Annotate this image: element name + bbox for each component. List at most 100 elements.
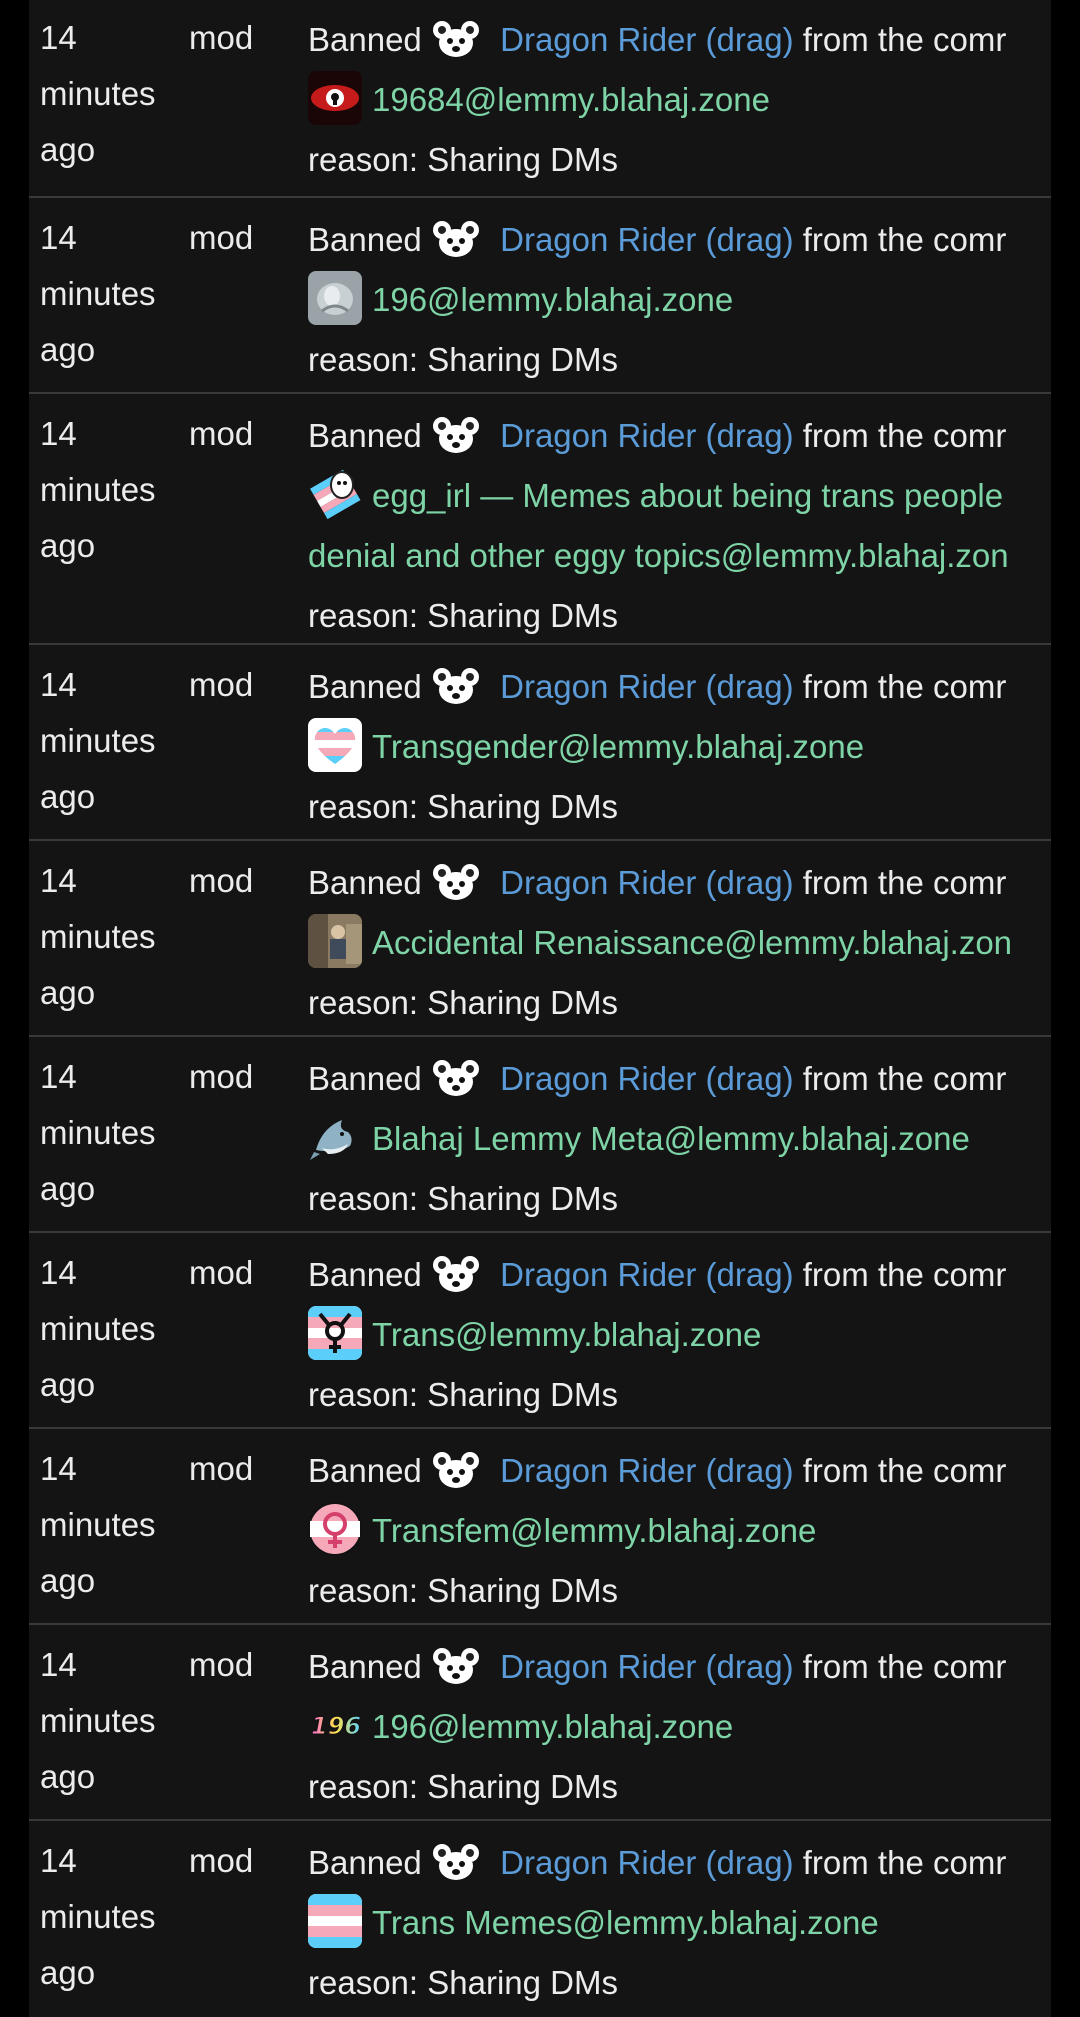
bear-avatar-icon[interactable] [431,1450,481,1490]
action-cell: Banned Dragon Rider (drag) from the comr… [308,1833,1051,2013]
action-cell: Banned Dragon Rider (drag) from the comr… [308,1049,1051,1229]
banned-user-link[interactable]: Dragon Rider (drag) [500,417,793,454]
ban-reason: reason: Sharing DMs [308,597,618,634]
banned-user-link[interactable]: Dragon Rider (drag) [500,21,793,58]
ban-reason: reason: Sharing DMs [308,1376,618,1413]
bear-avatar-icon[interactable] [431,415,481,455]
banned-user-link[interactable]: Dragon Rider (drag) [500,864,793,901]
moderator-label: mod [189,1058,254,1095]
red-eye-icon[interactable] [308,71,362,125]
banned-user-link[interactable]: Dragon Rider (drag) [500,1844,793,1881]
table-row: 14 minutes ago mod Banned Dragon Rider (… [29,1035,1051,1231]
banned-user-link[interactable]: Dragon Rider (drag) [500,1648,793,1685]
moderator-label: mod [189,1842,254,1879]
time-cell: 14 minutes ago [40,1646,156,1795]
action-suffix: from the comr [802,1648,1007,1685]
action-cell: Banned Dragon Rider (drag) from the comr… [308,210,1051,390]
action-prefix: Banned [308,417,422,454]
ban-reason: reason: Sharing DMs [308,341,618,378]
action-prefix: Banned [308,1452,422,1489]
action-prefix: Banned [308,221,422,258]
bear-avatar-icon[interactable] [431,19,481,59]
svg-text:196: 196 [311,1712,361,1740]
ban-reason: reason: Sharing DMs [308,984,618,1021]
action-cell: Banned Dragon Rider (drag) from the comr… [308,1637,1051,1817]
trans-heart-icon[interactable] [308,718,362,772]
bear-avatar-icon[interactable] [431,1254,481,1294]
moderator-label: mod [189,1450,254,1487]
venus-symbol-icon[interactable] [308,1502,362,1556]
photo-icon[interactable] [308,914,362,968]
moderator-label: mod [189,1646,254,1683]
bear-avatar-icon[interactable] [431,1646,481,1686]
time-cell: 14 minutes ago [40,1842,156,1991]
action-suffix: from the comr [802,221,1007,258]
bear-avatar-icon[interactable] [431,666,481,706]
bear-avatar-icon[interactable] [431,1058,481,1098]
community-link[interactable]: egg_irl — Memes about being trans people [372,477,1003,514]
action-prefix: Banned [308,21,422,58]
action-suffix: from the comr [802,1060,1007,1097]
time-cell: 14 minutes ago [40,1450,156,1599]
table-row: 14 minutes ago mod Banned Dragon Rider (… [29,1427,1051,1623]
ban-reason: reason: Sharing DMs [308,1964,618,2001]
action-prefix: Banned [308,864,422,901]
time-cell: 14 minutes ago [40,415,156,564]
time-cell: 14 minutes ago [40,666,156,815]
banned-user-link[interactable]: Dragon Rider (drag) [500,1060,793,1097]
egg-icon[interactable] [308,467,362,521]
time-cell: 14 minutes ago [40,862,156,1011]
community-link[interactable]: 196@lemmy.blahaj.zone [372,1708,733,1745]
community-link[interactable]: Transfem@lemmy.blahaj.zone [372,1512,816,1549]
action-cell: Banned Dragon Rider (drag) from the comr… [308,657,1051,837]
community-link[interactable]: Blahaj Lemmy Meta@lemmy.blahaj.zone [372,1120,970,1157]
banned-user-link[interactable]: Dragon Rider (drag) [500,668,793,705]
community-link[interactable]: Trans Memes@lemmy.blahaj.zone [372,1904,879,1941]
moderator-label: mod [189,219,254,256]
table-row: 14 minutes ago mod Banned Dragon Rider (… [29,1623,1051,1819]
moderator-label: mod [189,862,254,899]
community-link[interactable]: Transgender@lemmy.blahaj.zone [372,728,864,765]
ban-reason: reason: Sharing DMs [308,1572,618,1609]
action-prefix: Banned [308,1648,422,1685]
trans-symbol-icon[interactable] [308,1306,362,1360]
modlog-table: 14 minutes ago mod Banned Dragon Rider (… [29,0,1051,2017]
bear-avatar-icon[interactable] [431,1842,481,1882]
shark-icon[interactable] [308,1110,362,1164]
action-suffix: from the comr [802,1452,1007,1489]
banned-user-link[interactable]: Dragon Rider (drag) [500,221,793,258]
community-link[interactable]: Trans@lemmy.blahaj.zone [372,1316,761,1353]
trans-flag-icon[interactable] [308,1894,362,1948]
community-link-continued[interactable]: denial and other eggy topics@lemmy.blaha… [308,537,1009,574]
community-link[interactable]: Accidental Renaissance@lemmy.blahaj.zon [372,924,1012,961]
bear-avatar-icon[interactable] [431,219,481,259]
moderator-label: mod [189,1254,254,1291]
action-suffix: from the comr [802,1844,1007,1881]
moderator-label: mod [189,415,254,452]
time-cell: 14 minutes ago [40,19,156,168]
community-link[interactable]: 19684@lemmy.blahaj.zone [372,81,770,118]
banned-user-link[interactable]: Dragon Rider (drag) [500,1256,793,1293]
table-row: 14 minutes ago mod Banned Dragon Rider (… [29,1231,1051,1427]
action-prefix: Banned [308,1256,422,1293]
action-prefix: Banned [308,1844,422,1881]
bear-avatar-icon[interactable] [431,862,481,902]
action-suffix: from the comr [802,864,1007,901]
action-prefix: Banned [308,668,422,705]
ban-reason: reason: Sharing DMs [308,141,618,178]
action-cell: Banned Dragon Rider (drag) from the comr… [308,406,1051,646]
action-cell: Banned Dragon Rider (drag) from the comr… [308,10,1051,190]
banned-user-link[interactable]: Dragon Rider (drag) [500,1452,793,1489]
ban-reason: reason: Sharing DMs [308,1180,618,1217]
table-row: 14 minutes ago mod Banned Dragon Rider (… [29,0,1051,196]
table-row: 14 minutes ago mod Banned Dragon Rider (… [29,643,1051,839]
table-row: 14 minutes ago mod Banned Dragon Rider (… [29,392,1051,643]
grey-blob-icon[interactable] [308,271,362,325]
196-logo-icon[interactable]: 196 [308,1698,362,1752]
community-link[interactable]: 196@lemmy.blahaj.zone [372,281,733,318]
moderator-label: mod [189,666,254,703]
ban-reason: reason: Sharing DMs [308,788,618,825]
action-cell: Banned Dragon Rider (drag) from the comr… [308,1441,1051,1621]
ban-reason: reason: Sharing DMs [308,1768,618,1805]
time-cell: 14 minutes ago [40,1254,156,1403]
